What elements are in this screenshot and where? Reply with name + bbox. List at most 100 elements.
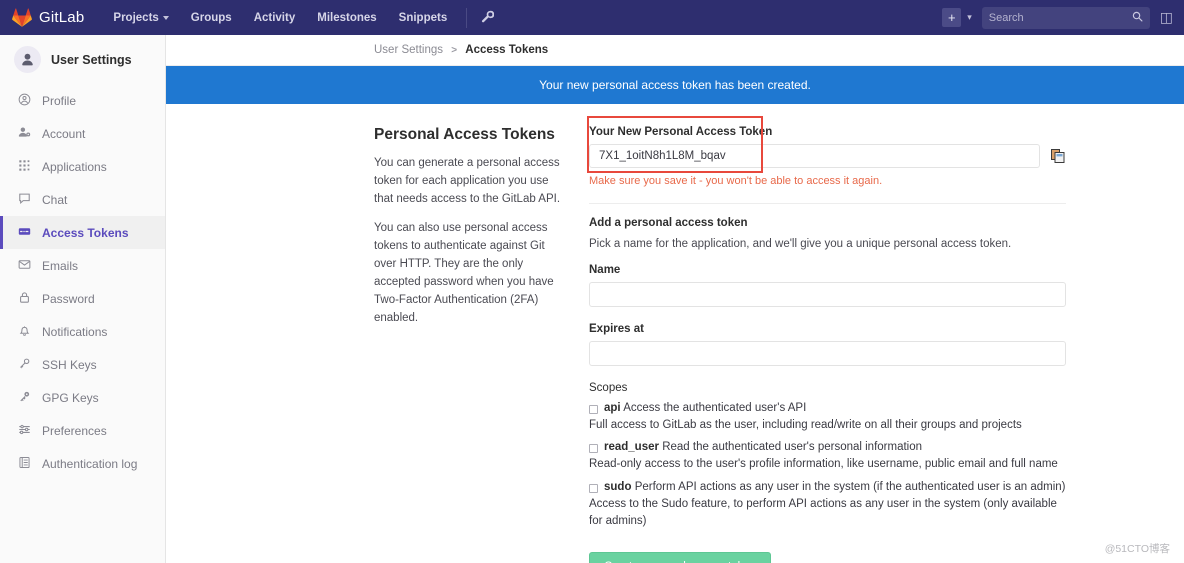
intro-paragraph-1: You can generate a personal access token… [374,157,561,205]
create-personal-access-token-button[interactable]: Create personal access token [589,552,772,563]
sidebar-item-label: Chat [42,192,68,207]
scopes-title: Scopes [589,382,628,394]
flash-success-banner: Your new personal access token has been … [166,66,1184,104]
applications-grid-icon [17,159,31,175]
nav-projects-label: Projects [113,11,159,24]
new-item-button[interactable]: + [942,8,962,27]
sidebar-item-chat[interactable]: Chat [0,183,165,216]
gitlab-brand[interactable]: GitLab [12,8,84,28]
scope-row-api: api Access the authenticated user's API [589,402,1066,414]
sidebar-item-access-tokens[interactable]: Access Tokens [0,216,165,249]
sidebar-item-label: Authentication log [42,456,138,471]
nav-snippets[interactable]: Snippets [388,3,459,33]
scope-row-sudo: sudo Perform API actions as any user in … [589,481,1066,493]
sidebar-item-applications[interactable]: Applications [0,150,165,183]
breadcrumb-parent[interactable]: User Settings [374,44,443,56]
log-list-icon [17,456,31,472]
nav-divider [466,7,468,28]
sliders-icon [17,423,31,439]
gitlab-logo-icon [12,8,32,28]
scope-help-read-user: Read-only access to the user's profile i… [589,458,1058,471]
search-icon [1132,11,1143,25]
sidebar-item-emails[interactable]: Emails [0,249,165,282]
scope-summary-read-user: Read the authenticated user's personal i… [662,441,923,454]
sidebar-item-label: Password [42,291,95,306]
sidebar-item-label: Profile [42,93,77,108]
window-toggle-icon[interactable]: ◫ [1156,9,1176,26]
scope-help-sudo: Access to the Sudo feature, to perform A… [589,497,1057,527]
form-column: Your New Personal Access Token 7X1_1oitN… [587,116,1066,563]
chevron-down-icon [162,15,169,20]
add-token-description: Pick a name for the application, and we'… [589,238,1012,250]
breadcrumb-current[interactable]: Access Tokens [465,44,548,56]
sidebar-item-gpg-keys[interactable]: GPG Keys [0,381,165,414]
sidebar-item-label: Preferences [42,423,107,438]
navbar-right: + ▾ Search ◫ [942,6,1176,29]
user-avatar-icon [14,46,41,73]
sidebar-item-profile[interactable]: Profile [0,84,165,117]
scope-summary-api: Access the authenticated user's API [623,402,807,414]
expires-at-label: Expires at [589,323,644,335]
sidebar-item-ssh-keys[interactable]: SSH Keys [0,348,165,381]
intro-paragraph-2: You can also use personal access tokens … [374,222,554,324]
sidebar-item-account[interactable]: Account [0,117,165,150]
key-icon [17,390,31,406]
sidebar-item-label: GPG Keys [42,390,99,405]
sidebar-header: User Settings [0,35,165,84]
sidebar-item-label: Emails [42,258,79,273]
sidebar-item-password[interactable]: Password [0,282,165,315]
key-icon [17,357,31,373]
nav-activity[interactable]: Activity [243,3,307,33]
scope-summary-sudo: Perform API actions as any user in the s… [634,480,1066,493]
intro-column: Personal Access Tokens You can generate … [374,126,589,563]
top-navbar: GitLab Projects Groups Activity Mileston… [0,0,1184,35]
new-item-chevron-down-icon[interactable]: ▾ [967,12,972,23]
sidebar-item-preferences[interactable]: Preferences [0,414,165,447]
wrench-icon[interactable] [475,6,500,30]
section-divider [589,203,1066,204]
copy-to-clipboard-icon[interactable] [1050,148,1066,164]
access-token-card-icon [17,225,31,241]
scope-name-read-user: read_user [604,441,659,454]
nav-groups[interactable]: Groups [180,3,243,33]
main-content: User Settings > Access Tokens Your new p… [166,35,1184,563]
scope-help-api: Full access to GitLab as the user, inclu… [589,419,1022,431]
search-input[interactable]: Search [981,6,1150,29]
sidebar-title: User Settings [51,52,132,67]
new-token-warning: Make sure you save it - you won't be abl… [589,175,883,187]
flash-message: Your new personal access token has been … [539,78,811,92]
nav-projects[interactable]: Projects [102,3,179,33]
sidebar-item-label: Applications [42,159,107,174]
sidebar-item-label: Notifications [42,324,108,339]
nav-milestones[interactable]: Milestones [306,3,387,33]
breadcrumb: User Settings > Access Tokens [166,35,1184,66]
sidebar-item-label: SSH Keys [42,357,97,372]
scope-name-api: api [604,402,621,414]
sidebar-item-notifications[interactable]: Notifications [0,315,165,348]
envelope-icon [17,258,31,274]
search-placeholder: Search [988,11,1024,24]
sidebar-item-label: Access Tokens [42,225,129,240]
new-token-label: Your New Personal Access Token [589,126,773,138]
page-title: Personal Access Tokens [374,126,555,143]
name-input[interactable] [589,282,1066,307]
primary-nav: Projects Groups Activity Milestones Snip… [102,3,500,33]
sidebar-item-authentication-log[interactable]: Authentication log [0,447,165,480]
bell-icon [17,324,31,340]
scope-checkbox-api[interactable] [589,405,598,414]
lock-icon [17,291,31,307]
scope-checkbox-read-user[interactable] [589,444,598,454]
scope-name-sudo: sudo [604,480,632,493]
add-token-title: Add a personal access token [589,217,748,229]
brand-name: GitLab [39,9,85,26]
new-token-value-input[interactable]: 7X1_1oitN8h1L8M_bqav [589,144,1040,168]
new-token-row: 7X1_1oitN8h1L8M_bqav [589,144,1066,168]
breadcrumb-separator-icon: > [451,45,458,56]
chat-bubble-icon [17,192,31,208]
sidebar-item-label: Account [42,126,86,141]
name-label: Name [589,264,621,276]
scope-checkbox-sudo[interactable] [589,483,598,493]
account-icon [17,126,31,142]
profile-icon [17,93,31,109]
expires-at-input[interactable] [589,341,1066,366]
